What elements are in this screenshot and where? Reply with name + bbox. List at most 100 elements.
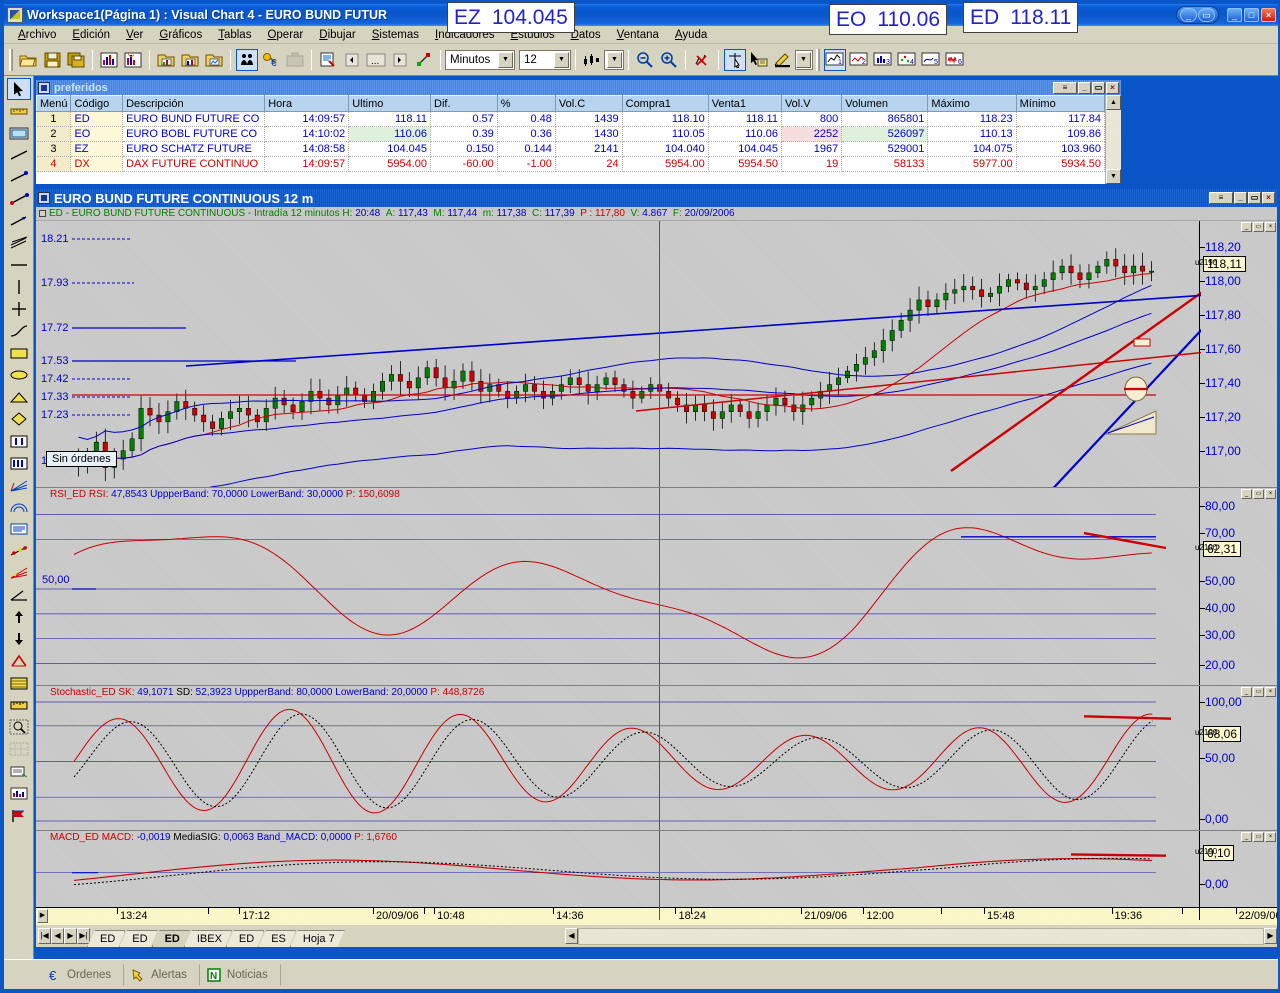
chart-tab-5[interactable]: ES [258, 930, 296, 947]
pencil-style-icon[interactable] [772, 49, 794, 71]
column-header-cdigo[interactable]: Código [71, 96, 123, 112]
scroll-down-button[interactable]: ▼ [1106, 169, 1121, 184]
cell-descripcin[interactable]: DAX FUTURE CONTINUO [123, 157, 265, 172]
preferidos-rollup-button[interactable]: ≡ [1053, 82, 1077, 94]
two-bars-icon[interactable] [7, 430, 31, 452]
cell-compra1[interactable]: 5954.00 [622, 157, 708, 172]
chart-preset-4-icon[interactable]: 4 [896, 49, 918, 71]
menu-item-edicin[interactable]: Edición [64, 28, 118, 42]
macd-crosshair[interactable] [659, 831, 660, 920]
andrews-pitchfork-icon[interactable] [7, 650, 31, 672]
save-icon[interactable] [41, 49, 63, 71]
ray-line-icon[interactable] [7, 166, 31, 188]
cell-cdigo[interactable]: ED [71, 112, 123, 127]
column-header-mximo[interactable]: Máximo [928, 96, 1016, 112]
macd-pane-minimize[interactable]: _ [1241, 832, 1252, 842]
cell-mnimo[interactable]: 103.960 [1016, 142, 1104, 157]
macd-pane-close[interactable]: × [1265, 832, 1276, 842]
scatter-points-icon[interactable] [7, 540, 31, 562]
minimize-button[interactable]: _ [1227, 8, 1242, 22]
cell-volc[interactable]: 1430 [555, 127, 622, 142]
time-axis[interactable]: ▶ 13:2417:1220/09/0610:4814:3618:2421/09… [36, 907, 1277, 925]
zoom-out-icon[interactable] [634, 49, 656, 71]
menu-item-ayuda[interactable]: Ayuda [667, 28, 715, 42]
crosshair-lines-icon[interactable] [7, 298, 31, 320]
column-header-dif[interactable]: Dif. [431, 96, 498, 112]
menu-item-grficos[interactable]: Gráficos [151, 28, 210, 42]
stochastic-pane[interactable]: Stochastic_ED SK: 49,1071 SD: 52,3923 Up… [36, 686, 1277, 831]
period-type-select[interactable]: Minutos ▼ [445, 50, 515, 70]
macd-pane-restore[interactable]: ▭ [1253, 832, 1264, 842]
scroll-up-button[interactable]: ▲ [1106, 95, 1121, 110]
price-crosshair[interactable] [659, 221, 660, 487]
menu-item-archivo[interactable]: Archivo [10, 28, 64, 42]
cell-ultimo[interactable]: 104.045 [349, 142, 431, 157]
crosshair-cursor-icon[interactable] [724, 49, 746, 71]
cell-[interactable]: 0.36 [497, 127, 555, 142]
rectangle-shape-icon[interactable] [7, 342, 31, 364]
ruler-icon[interactable] [7, 100, 31, 122]
table-row[interactable]: 3EZEURO SCHATZ FUTURE14:08:58104.0450.15… [37, 142, 1105, 157]
price-y-axis[interactable]: 118,20118,00117,80117,60117,40117,20117,… [1199, 221, 1277, 487]
zoom-in-icon[interactable] [658, 49, 680, 71]
rsi-pane-close[interactable]: × [1265, 489, 1276, 499]
cell-volumen[interactable]: 529001 [842, 142, 928, 157]
cell-hora[interactable]: 14:09:57 [265, 157, 349, 172]
rsi-pane-minimize[interactable]: _ [1241, 489, 1252, 499]
cell-volv[interactable]: 1967 [781, 142, 841, 157]
chevron-down-icon[interactable]: ▼ [498, 52, 513, 68]
preferidos-table[interactable]: MenúCódigoDescripciónHoraUltimoDif.%Vol.… [36, 95, 1105, 172]
arrow-line-icon[interactable] [7, 210, 31, 232]
cell-hora[interactable]: 14:10:02 [265, 127, 349, 142]
chart-preset-5-icon[interactable]: 5 [920, 49, 942, 71]
pointer-note-icon[interactable] [748, 49, 770, 71]
cell-mnimo[interactable]: 117.84 [1016, 112, 1104, 127]
status-alertas-button[interactable]: Alertas [124, 964, 200, 986]
mdi-minimize-button[interactable]: _ [1180, 8, 1197, 22]
price-pane-buttons[interactable]: _ ▭ × [1241, 222, 1276, 232]
candle-style-icon[interactable] [581, 49, 603, 71]
rsi-pane-restore[interactable]: ▭ [1253, 489, 1264, 499]
chart-preset-6-icon[interactable]: 6 [944, 49, 966, 71]
chart-titlebar[interactable]: EURO BUND FUTURE CONTINUOUS 12 m ≡ _ ▭ × [36, 189, 1277, 207]
four-bars-icon[interactable] [7, 452, 31, 474]
fibonacci-grid-icon[interactable] [7, 672, 31, 694]
cell-cdigo[interactable]: EZ [71, 142, 123, 157]
cell-venta1[interactable]: 5954.50 [708, 157, 781, 172]
column-header-descripcin[interactable]: Descripción [123, 96, 265, 112]
diamond-shape-icon[interactable] [7, 408, 31, 430]
mdi-window-buttons[interactable]: _ ▭ [1176, 6, 1219, 24]
menu-item-operar[interactable]: Operar [259, 28, 311, 42]
price-pane-close[interactable]: × [1265, 222, 1276, 232]
cell-dif[interactable]: -60.00 [431, 157, 498, 172]
cell-descripcin[interactable]: EURO SCHATZ FUTURE [123, 142, 265, 157]
cell-men[interactable]: 1 [37, 112, 71, 127]
cell-compra1[interactable]: 110.05 [622, 127, 708, 142]
cell-volumen[interactable]: 865801 [842, 112, 928, 127]
cell-compra1[interactable]: 118.10 [622, 112, 708, 127]
table-row[interactable]: 2EOEURO BOBL FUTURE CO14:10:02110.060.39… [37, 127, 1105, 142]
chart-horizontal-scrollbar[interactable]: ◀ ▶ [565, 928, 1277, 945]
load-workspace-icon[interactable] [155, 49, 177, 71]
stochastic-pane-close[interactable]: × [1265, 687, 1276, 697]
rsi-pane-buttons[interactable]: _ ▭ × [1241, 489, 1276, 499]
trendline-icon[interactable] [7, 144, 31, 166]
cell-volumen[interactable]: 526097 [842, 127, 928, 142]
table-row[interactable]: 1EDEURO BUND FUTURE CO14:09:57118.110.57… [37, 112, 1105, 127]
cell-mnimo[interactable]: 5934.50 [1016, 157, 1104, 172]
cell-ultimo[interactable]: 110.06 [349, 127, 431, 142]
tab-prev-button[interactable]: ◀ [51, 928, 64, 944]
column-header-venta1[interactable]: Venta1 [708, 96, 781, 112]
column-header-men[interactable]: Menú [37, 96, 71, 112]
menu-item-dibujar[interactable]: Dibujar [311, 28, 363, 42]
chart-tab-0[interactable]: ED [87, 930, 125, 947]
cell-cdigo[interactable]: EO [71, 127, 123, 142]
cell-venta1[interactable]: 104.045 [708, 142, 781, 157]
text-box-icon[interactable] [7, 518, 31, 540]
chevron-down-icon[interactable]: ▼ [554, 52, 569, 68]
label-icon[interactable] [7, 760, 31, 782]
chart-rollup-button[interactable]: ≡ [1209, 192, 1233, 204]
chevron-down-icon[interactable]: ▼ [796, 52, 811, 68]
bar-chart-icon[interactable] [98, 49, 120, 71]
stochastic-pane-buttons[interactable]: _ ▭ × [1241, 687, 1276, 697]
